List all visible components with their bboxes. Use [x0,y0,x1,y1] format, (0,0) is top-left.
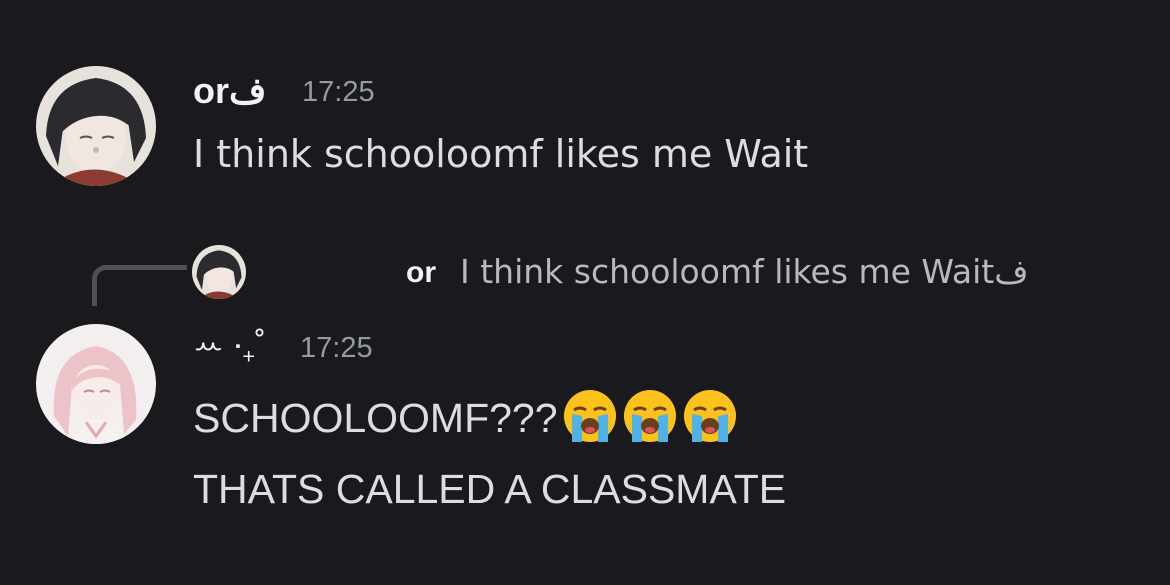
username[interactable]: orف [193,70,266,112]
reply-avatar[interactable] [192,245,246,299]
avatar[interactable] [36,66,156,186]
reply-username[interactable]: or [406,256,436,290]
chat-log: orف 17:25 I think schooloomf likes me Wa… [0,0,1170,585]
timestamp: 17:25 [300,332,373,364]
avatar[interactable] [36,324,156,444]
reply-preview-text[interactable]: I think schooloomf likes me Waitف [460,252,1028,291]
message-text: THATS CALLED A CLASSMATE [193,466,787,512]
message-text-content: SCHOOLOOMF??? [193,395,558,441]
loudly-crying-face-icon [562,388,618,444]
loudly-crying-face-icon [622,388,678,444]
reply-connector [92,265,187,306]
message-text: I think schooloomf likes me Wait [193,132,809,176]
timestamp: 17:25 [302,76,375,108]
username[interactable]: ꕀ ‧₊˚ [193,326,266,365]
loudly-crying-face-icon [682,388,738,444]
message-text: SCHOOLOOMF??? [193,388,738,444]
